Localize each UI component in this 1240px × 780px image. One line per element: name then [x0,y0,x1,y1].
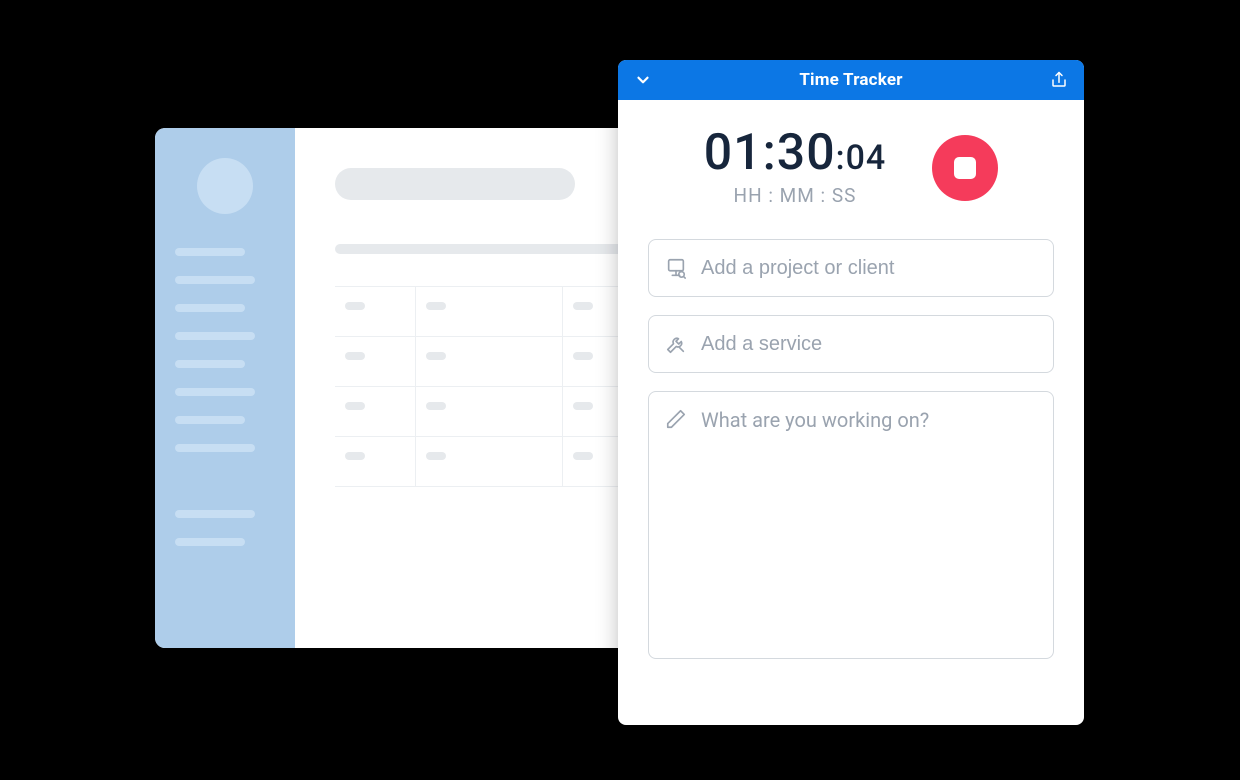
background-avatar [197,158,253,214]
background-nav-item [175,276,255,284]
collapse-icon[interactable] [634,71,652,89]
tracker-header: Time Tracker [618,60,1084,100]
timer-seconds: 04 [846,138,887,178]
background-sidebar [155,128,295,648]
tracker-fields [618,217,1084,659]
service-input[interactable] [701,333,1037,356]
stop-icon [954,157,976,179]
background-nav-item [175,416,245,424]
time-tracker-panel: Time Tracker 01:30:04 HH : MM : SS [618,60,1084,725]
pencil-icon [665,408,687,430]
background-title-placeholder [335,168,575,200]
background-nav [175,248,275,546]
project-input[interactable] [701,257,1037,280]
background-nav-item [175,304,245,312]
service-icon [665,333,687,355]
background-nav-item [175,332,255,340]
timer-row: 01:30:04 HH : MM : SS [618,100,1084,217]
timer-format-label: HH : MM : SS [704,184,886,207]
background-nav-item [175,360,245,368]
background-nav-item [175,510,255,518]
project-field[interactable] [648,239,1054,297]
background-nav-item [175,444,255,452]
notes-field[interactable] [648,391,1054,659]
service-field[interactable] [648,315,1054,373]
project-icon [665,257,687,279]
timer-display: 01:30:04 [704,128,886,178]
timer-block: 01:30:04 HH : MM : SS [704,128,886,207]
tracker-title: Time Tracker [799,70,902,90]
notes-input[interactable] [701,408,1037,640]
background-nav-item [175,538,245,546]
stop-button[interactable] [932,135,998,201]
background-nav-item [175,248,245,256]
share-icon[interactable] [1050,71,1068,89]
background-nav-item [175,388,255,396]
timer-main: 01:30 [704,124,836,182]
